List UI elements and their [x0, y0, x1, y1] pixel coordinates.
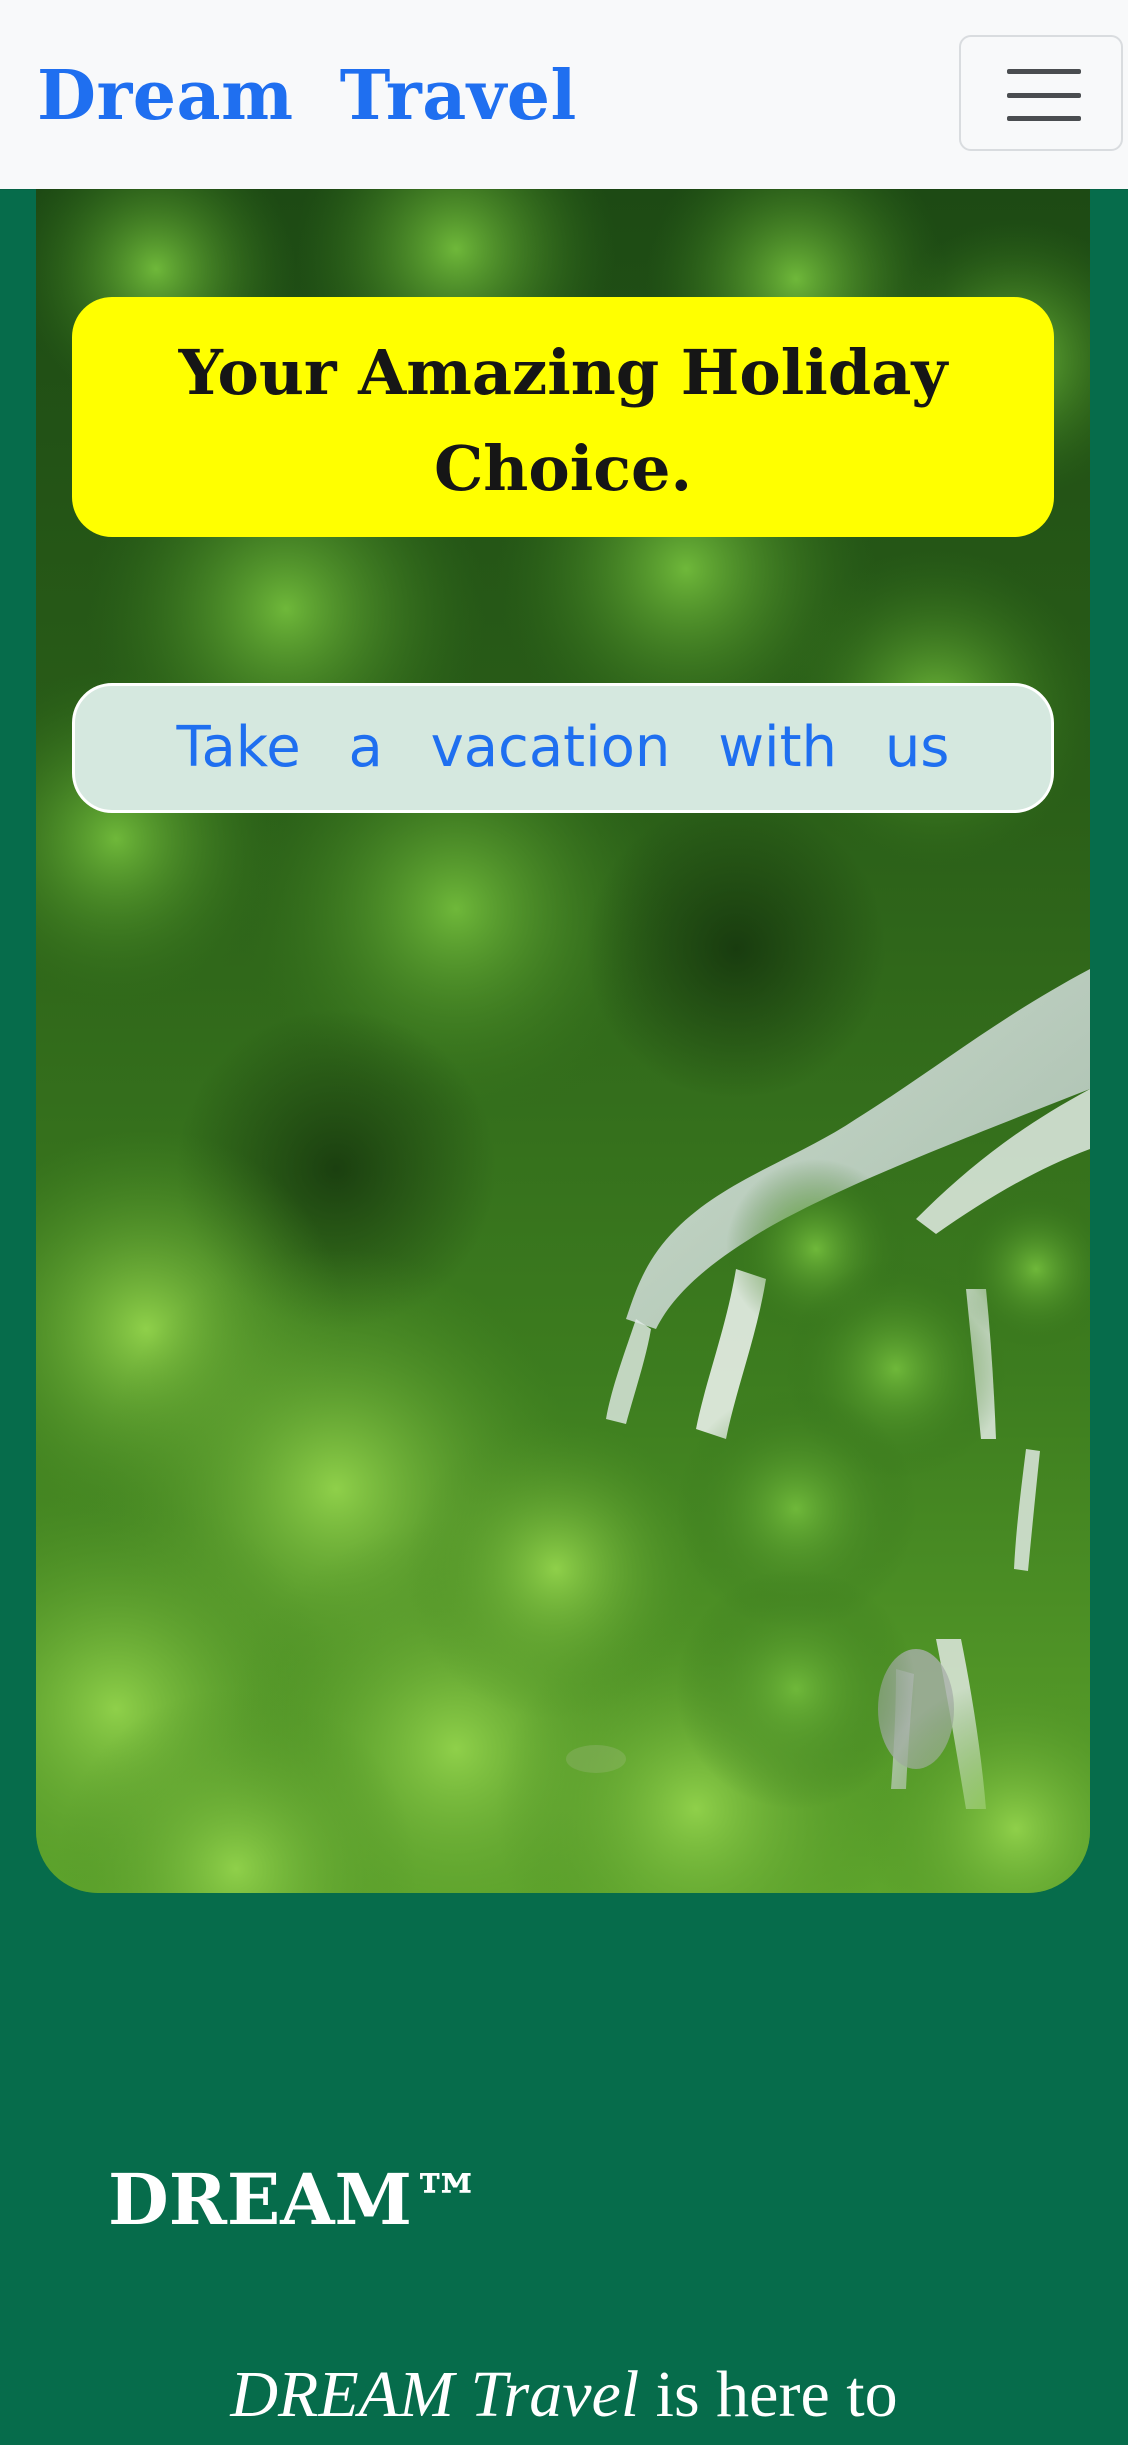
brand-logo-link[interactable]: Dream Travel: [37, 46, 577, 146]
hero-section: Your Amazing Holiday Choice. Take a vaca…: [36, 189, 1090, 1893]
about-intro: DREAM Travel is here to: [0, 2345, 1128, 2445]
hero-headline: Your Amazing Holiday Choice.: [178, 336, 948, 505]
hamburger-menu-icon: [1007, 69, 1081, 121]
navbar-toggle-button[interactable]: [959, 35, 1123, 151]
take-vacation-button[interactable]: Take a vacation with us: [72, 683, 1054, 813]
about-intro-brand: DREAM Travel: [230, 2358, 640, 2431]
headline-banner: Your Amazing Holiday Choice.: [72, 297, 1054, 537]
about-title: DREAM™: [108, 2158, 483, 2241]
navbar: Dream Travel: [0, 0, 1128, 189]
about-intro-text: is here to: [639, 2358, 898, 2431]
